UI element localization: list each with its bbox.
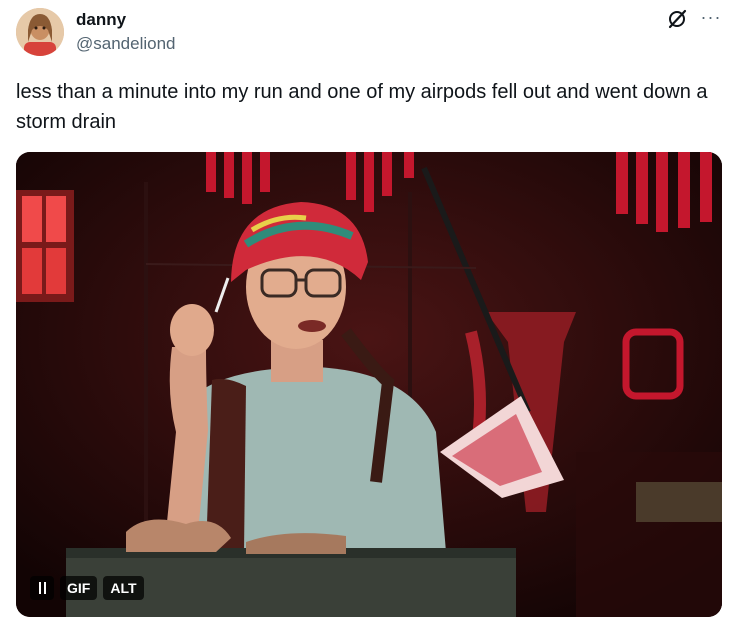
more-icon[interactable]: ···	[700, 8, 722, 32]
gif-badge[interactable]: GIF	[60, 576, 98, 600]
alt-button[interactable]: ALT	[103, 576, 144, 600]
author-name[interactable]: danny	[76, 10, 126, 30]
gif-media[interactable]	[16, 152, 722, 617]
avatar[interactable]	[16, 8, 64, 56]
grok-icon[interactable]	[666, 8, 688, 30]
pause-icon[interactable]	[30, 576, 54, 600]
author-handle[interactable]: @sandeliond	[76, 34, 176, 54]
gif-controls: GIF ALT	[30, 576, 144, 600]
tweet-text: less than a minute into my run and one o…	[16, 81, 714, 133]
